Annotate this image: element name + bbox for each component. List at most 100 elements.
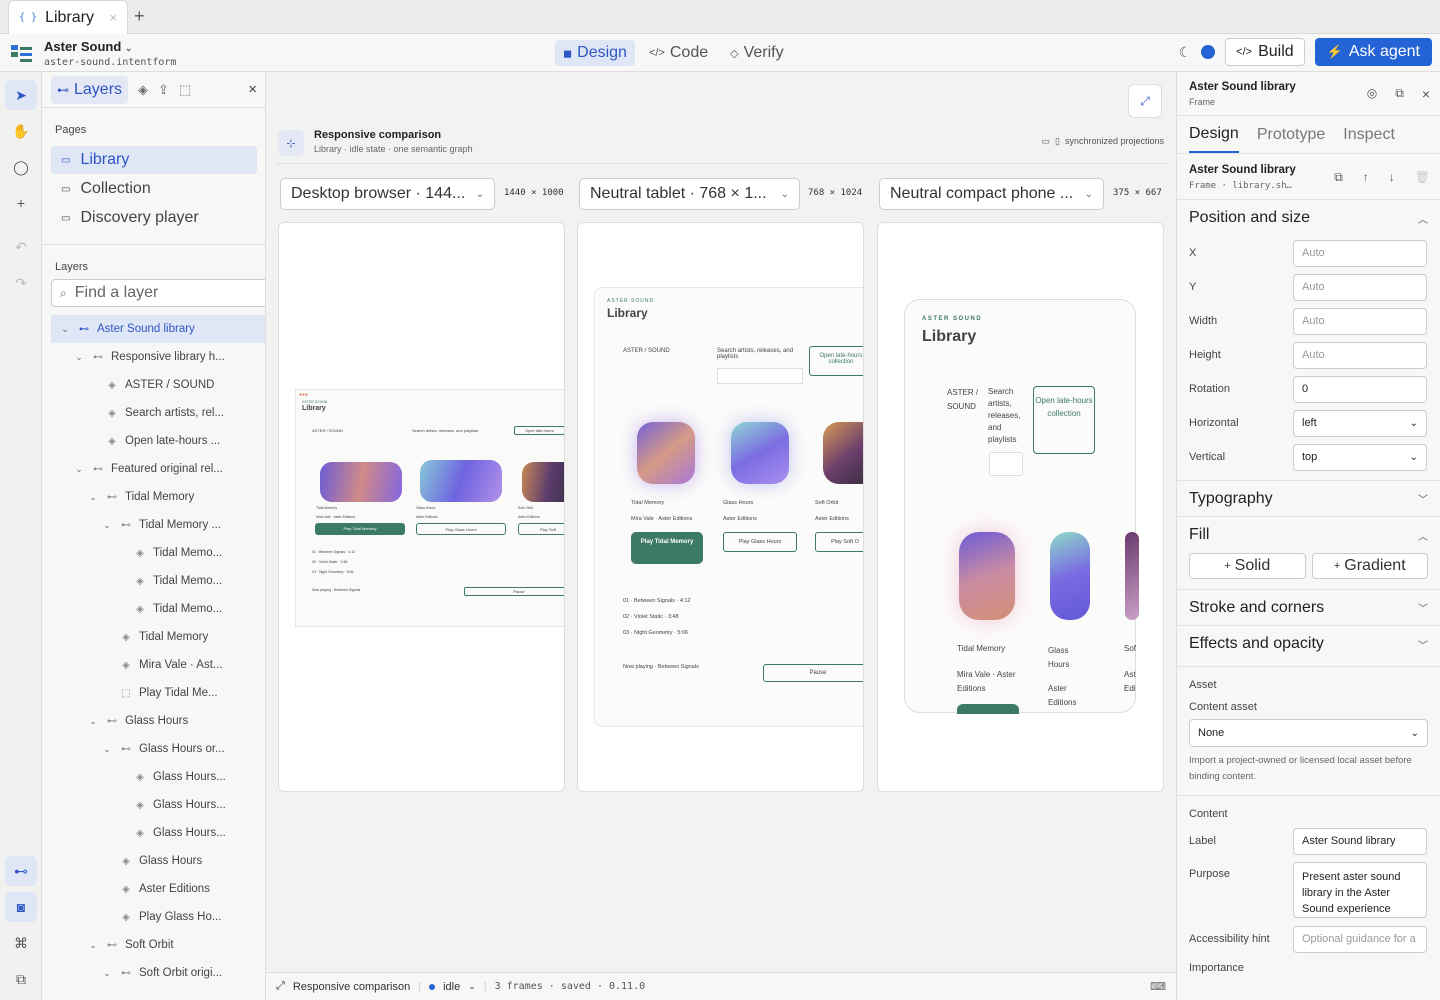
project-switcher[interactable]: Aster Sound ⌄ aster-sound.intentform — [44, 39, 176, 68]
design-rail-icon[interactable]: ◙ — [5, 892, 37, 922]
content-asset-select[interactable]: None ⌄ — [1189, 719, 1428, 747]
trash-icon[interactable]: 🗑 — [1415, 170, 1430, 185]
layer-row[interactable]: ◈ Tidal Memory — [43, 623, 265, 651]
page-item-library[interactable]: ▭ Library — [51, 146, 257, 174]
layer-row[interactable]: ⌄ ⊷ Glass Hours — [43, 707, 265, 735]
prop-select[interactable]: top ⌄ — [1293, 443, 1427, 471]
chevron-down-icon[interactable]: ⌄ — [87, 716, 99, 727]
typography-header[interactable]: Typography ﹀ — [1177, 481, 1440, 517]
tab-design[interactable]: Design — [1189, 117, 1239, 153]
add-tool-icon[interactable]: + — [5, 188, 37, 218]
page-item-discovery-player[interactable]: ▭ Discovery player — [51, 204, 257, 232]
prop-input[interactable]: Auto — [1293, 273, 1427, 301]
build-button[interactable]: </> Build — [1225, 38, 1305, 66]
layer-row[interactable]: ◈ ASTER / SOUND — [43, 371, 265, 399]
layer-row[interactable]: ◈ Play Glass Ho... — [43, 903, 265, 931]
mode-verify[interactable]: ◇ Verify — [722, 40, 791, 66]
layer-row[interactable]: ⬚ Play Tidal Me... — [43, 679, 265, 707]
duplicate-icon[interactable]: ⧉ — [1334, 170, 1343, 185]
expand-icon[interactable]: ⤢ — [1128, 84, 1162, 118]
layer-row[interactable]: ◈ Glass Hours... — [43, 791, 265, 819]
purpose-textarea[interactable]: Present aster sound library in the Aster… — [1293, 862, 1427, 918]
prop-input[interactable]: Auto — [1293, 307, 1427, 335]
stack-icon[interactable]: ◈ — [138, 82, 148, 98]
close-tab-icon[interactable]: × — [109, 10, 117, 25]
layer-row[interactable]: ⌄ ⊷ Tidal Memory — [43, 483, 265, 511]
frame-select-icon[interactable]: ⬚ — [179, 82, 191, 98]
chevron-down-icon[interactable]: ⌄ — [59, 324, 71, 335]
close-icon[interactable]: × — [248, 81, 257, 98]
mode-design[interactable]: ◼ Design — [555, 40, 635, 66]
layer-row[interactable]: ◈ Glass Hours... — [43, 819, 265, 847]
position-size-header[interactable]: Position and size ︿ — [1177, 200, 1440, 236]
layers-rail-icon[interactable]: ⊷ — [5, 856, 37, 886]
chevron-down-icon[interactable]: ⌄ — [73, 352, 85, 363]
device-select-desktop[interactable]: Desktop browser · 144... ⌄ — [280, 178, 495, 210]
layer-row[interactable]: ◈ Tidal Memo... — [43, 567, 265, 595]
target-icon[interactable]: ◎ — [1367, 86, 1377, 102]
mode-code[interactable]: </> Code — [641, 40, 716, 66]
undo-icon[interactable]: ↶ — [5, 232, 37, 262]
status-state[interactable]: idle — [443, 981, 460, 993]
layer-row[interactable]: ◈ Tidal Memo... — [43, 595, 265, 623]
layer-row[interactable]: ◈ Mira Vale · Ast... — [43, 651, 265, 679]
verified-icon[interactable] — [1201, 45, 1216, 59]
preview-icon[interactable]: ⧉ — [5, 964, 37, 994]
fill-header[interactable]: Fill ︿ — [1177, 517, 1440, 553]
prop-input[interactable]: Auto — [1293, 239, 1427, 267]
command-icon[interactable]: ⌘ — [5, 928, 37, 958]
chevron-down-icon[interactable]: ⌄ — [73, 464, 85, 475]
layer-row[interactable]: ◈ Glass Hours... — [43, 763, 265, 791]
arrow-down-icon[interactable]: ↓ — [1389, 170, 1395, 185]
stroke-header[interactable]: Stroke and corners ﹀ — [1177, 590, 1440, 626]
detach-icon[interactable]: ⧉ — [1395, 86, 1404, 102]
desktop-frame[interactable]: ●●● ASTER SOUND Library ASTER / SOUND Se… — [278, 222, 565, 792]
device-select-phone[interactable]: Neutral compact phone ... ⌄ — [879, 178, 1104, 210]
layer-row[interactable]: ⌄ ⊷ Aster Sound library — [51, 315, 265, 343]
design-canvas[interactable]: ⤢ ⊹ Responsive comparison Library · idle… — [266, 72, 1176, 972]
chevron-down-icon[interactable]: ⌄ — [101, 968, 113, 979]
moon-icon[interactable]: ☾ — [1179, 44, 1192, 61]
effects-header[interactable]: Effects and opacity ﹀ — [1177, 626, 1440, 662]
layer-row[interactable]: ◈ Search artists, rel... — [43, 399, 265, 427]
ask-agent-button[interactable]: ⚡ Ask agent — [1314, 38, 1432, 66]
select-tool-icon[interactable]: ➤ — [5, 80, 37, 110]
layer-row[interactable]: ⌄ ⊷ Responsive library h... — [43, 343, 265, 371]
label-input[interactable]: Aster Sound library — [1293, 827, 1427, 855]
prop-input[interactable]: Auto — [1293, 341, 1427, 369]
layer-row[interactable]: ◈ Aster Editions — [43, 875, 265, 903]
layer-row[interactable]: ⌄ ⊷ Glass Hours or... — [43, 735, 265, 763]
browser-tab[interactable]: { } Library × — [8, 0, 128, 34]
layer-row[interactable]: ⌄ ⊷ Featured original rel... — [43, 455, 265, 483]
tab-prototype[interactable]: Prototype — [1257, 118, 1325, 152]
layer-row[interactable]: ⌄ ⊷ Soft Orbit — [43, 931, 265, 959]
tab-inspect[interactable]: Inspect — [1343, 118, 1395, 152]
redo-icon[interactable]: ↷ — [5, 268, 37, 298]
layer-row[interactable]: ◈ Open late-hours ... — [43, 427, 265, 455]
layer-row[interactable]: ◈ Glass Hours — [43, 847, 265, 875]
hand-tool-icon[interactable]: ✋ — [5, 116, 37, 146]
chevron-down-icon[interactable]: ⌄ — [87, 940, 99, 951]
expand-icon[interactable]: ⤢ — [276, 980, 285, 993]
add-solid-fill-button[interactable]: + Solid — [1189, 553, 1306, 579]
upload-icon[interactable]: ⇪ — [158, 82, 169, 98]
arrow-up-icon[interactable]: ↑ — [1363, 170, 1369, 185]
keyboard-icon[interactable]: ⌨ — [1150, 980, 1166, 993]
accessibility-hint-input[interactable]: Optional guidance for a — [1293, 925, 1427, 953]
prop-select[interactable]: left ⌄ — [1293, 409, 1427, 437]
comment-tool-icon[interactable]: ◯ — [5, 152, 37, 182]
layer-row[interactable]: ◈ Tidal Memo... — [43, 539, 265, 567]
layer-search-input[interactable]: ⌕ Find a layer — [51, 279, 265, 307]
page-item-collection[interactable]: ▭ Collection — [51, 175, 257, 203]
phone-frame[interactable]: ASTER SOUND Library ASTER / SOUND Search… — [877, 222, 1164, 792]
tab-layers[interactable]: ⊷ Layers — [51, 75, 129, 104]
prop-input[interactable]: 0 — [1293, 375, 1427, 403]
layer-row[interactable]: ⌄ ⊷ Tidal Memory ... — [43, 511, 265, 539]
close-icon[interactable]: × — [1422, 86, 1430, 102]
add-gradient-fill-button[interactable]: + Gradient — [1311, 553, 1428, 579]
chevron-down-icon[interactable]: ⌄ — [101, 744, 113, 755]
chevron-down-icon[interactable]: ⌄ — [101, 520, 113, 531]
new-tab-icon[interactable]: + — [134, 6, 145, 27]
tablet-frame[interactable]: ASTER SOUND Library ASTER / SOUND Search… — [577, 222, 864, 792]
layer-row[interactable]: ⌄ ⊷ Soft Orbit origi... — [43, 959, 265, 987]
